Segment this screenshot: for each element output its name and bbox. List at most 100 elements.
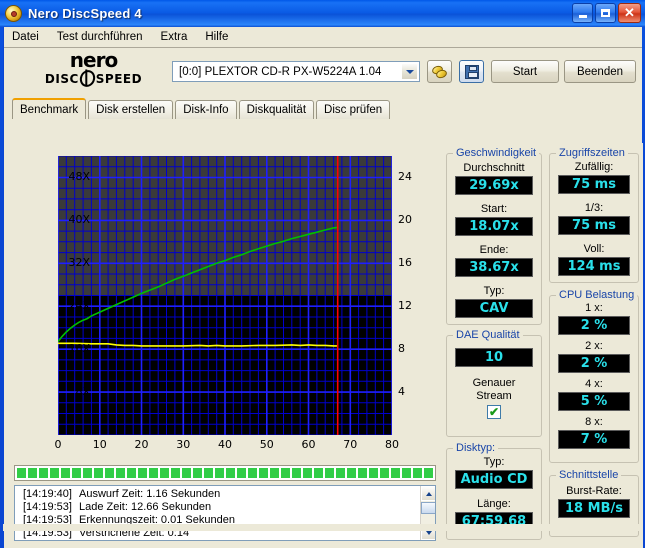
log-list[interactable]: [14:19:40] Auswurf Zeit: 1.16 Sekunden [14…: [14, 485, 436, 541]
chart-plot-area: [58, 156, 392, 435]
y-tick-left: 48X: [68, 170, 90, 184]
tab-disk-info[interactable]: Disk-Info: [175, 100, 237, 119]
panel-dae-caption: DAE Qualität: [453, 329, 523, 341]
log-entry: [14:19:53] Lade Zeit: 12.66 Sekunden: [23, 501, 435, 514]
x-tick: 10: [92, 438, 107, 451]
access-random-value: 75 ms: [558, 175, 630, 194]
progress-segment: [424, 468, 433, 478]
progress-segment: [303, 468, 312, 478]
progress-segment: [83, 468, 92, 478]
window-controls: ✕: [572, 3, 641, 23]
y-tick-left: 24X: [68, 299, 90, 313]
access-full-value: 124 ms: [558, 257, 630, 276]
speed-avg-label: Durchschnitt: [463, 162, 525, 174]
menu-item-test-durchfuehren[interactable]: Test durchführen: [55, 30, 145, 44]
panel-cpu-caption: CPU Belastung: [556, 289, 638, 301]
y-tick-left: 16X: [68, 342, 90, 356]
panel-dae: DAE Qualität 10 Genauer Stream ✔: [446, 329, 542, 437]
eject-disc-icon: [430, 63, 448, 80]
toolbar: nero DISC SPEED [0:0] PLEXTOR CD-R PX-W5…: [4, 48, 642, 96]
scrollbar-thumb[interactable]: [421, 502, 435, 514]
speed-type-value: CAV: [455, 299, 533, 318]
cpu-row-label: 8 x:: [585, 416, 603, 428]
title-bar: Nero DiscSpeed 4 ✕: [0, 0, 645, 27]
logo-nero-text: nero: [69, 48, 118, 72]
progress-segment: [72, 468, 81, 478]
logo-speed-text: SPEED: [95, 71, 143, 86]
quit-button[interactable]: Beenden: [564, 60, 636, 83]
app-window: Nero DiscSpeed 4 ✕ Datei Test durchführe…: [0, 0, 645, 548]
progress-segment: [61, 468, 70, 478]
x-tick: 0: [54, 438, 62, 451]
x-tick: 80: [385, 438, 399, 451]
log-entry: [14:19:40] Auswurf Zeit: 1.16 Sekunden: [23, 488, 435, 501]
menu-item-datei[interactable]: Datei: [10, 30, 41, 44]
panel-cpu-load: CPU Belastung 1 x: 2 % 2 x: 2 % 4 x: 5 % 8 x: 7…: [549, 289, 639, 463]
log-scrollbar[interactable]: [420, 486, 435, 540]
progress-segment: [237, 468, 246, 478]
panel-access-caption: Zugriffszeiten: [556, 147, 628, 159]
cpu-row-value: 2 %: [558, 354, 630, 373]
progress-segment: [402, 468, 411, 478]
y-tick-right: 20: [398, 213, 412, 227]
access-full-label: Voll:: [583, 243, 605, 255]
y-tick-left: 32X: [68, 256, 90, 270]
log-entry-time: [14:19:40]: [23, 488, 72, 500]
close-button[interactable]: ✕: [618, 3, 641, 23]
progress-segment: [193, 468, 202, 478]
client-area: Datei Test durchführen Extra Hilfe nero …: [3, 27, 643, 548]
progress-segment: [149, 468, 158, 478]
disktype-length-label: Länge:: [477, 498, 511, 510]
menu-bar: Datei Test durchführen Extra Hilfe: [4, 27, 642, 47]
speed-type-label: Typ:: [483, 285, 505, 297]
progress-segment: [413, 468, 422, 478]
scroll-up-icon[interactable]: [421, 486, 435, 501]
x-tick: 40: [218, 438, 232, 451]
accurate-stream-checkbox[interactable]: ✔: [487, 405, 501, 419]
panel-disktype-caption: Disktyp:: [453, 442, 499, 454]
window-title: Nero DiscSpeed 4: [28, 6, 142, 21]
eject-button[interactable]: [427, 60, 452, 83]
progress-segment: [50, 468, 59, 478]
tab-benchmark[interactable]: Benchmark: [12, 98, 87, 119]
progress-segment: [325, 468, 334, 478]
log-entry-time: [14:19:53]: [23, 501, 72, 513]
logo-discspeed-text: DISC SPEED: [31, 67, 156, 90]
progress-segment: [94, 468, 103, 478]
status-bar: [3, 524, 642, 531]
save-button[interactable]: [459, 60, 484, 83]
disktype-type-value: Audio CD: [455, 470, 533, 489]
y-tick-right: 24: [398, 170, 412, 184]
progress-segment: [259, 468, 268, 478]
disktype-type-label: Typ:: [483, 456, 505, 468]
nero-disc-icon: [5, 4, 23, 23]
y-tick-right: 8: [398, 342, 405, 356]
interface-burst-value: 18 MB/s: [558, 499, 630, 518]
progress-segment: [204, 468, 213, 478]
progress-segment: [138, 468, 147, 478]
tab-disc-pruefen[interactable]: Disc prüfen: [316, 100, 391, 119]
maximize-button[interactable]: [595, 3, 616, 23]
tab-disk-erstellen[interactable]: Disk erstellen: [88, 100, 174, 119]
minimize-button[interactable]: [572, 3, 593, 23]
progress-segment: [380, 468, 389, 478]
chart-svg: [58, 156, 392, 435]
progress-segment: [105, 468, 114, 478]
panel-speed-caption: Geschwindigkeit: [453, 147, 540, 159]
dae-stream-label-2: Stream: [476, 390, 512, 402]
logo-disc-text: DISC: [44, 71, 79, 86]
progress-segment: [182, 468, 191, 478]
y-tick-left: 8X: [75, 385, 90, 399]
progress-segment: [435, 468, 436, 478]
progress-segment: [39, 468, 48, 478]
access-random-label: Zufällig:: [574, 161, 614, 173]
start-button[interactable]: Start: [491, 60, 559, 83]
menu-item-extra[interactable]: Extra: [159, 30, 190, 44]
drive-select[interactable]: [0:0] PLEXTOR CD-R PX-W5224A 1.04: [172, 61, 420, 82]
tab-diskqualitaet[interactable]: Diskqualität: [238, 100, 315, 119]
menu-item-hilfe[interactable]: Hilfe: [203, 30, 230, 44]
speed-end-value: 38.67x: [455, 258, 533, 277]
log-entry-message: Lade Zeit: 12.66 Sekunden: [79, 501, 212, 513]
chevron-down-icon[interactable]: [401, 63, 418, 80]
tab-strip: Benchmark Disk erstellen Disk-Info Diskq…: [4, 98, 642, 119]
